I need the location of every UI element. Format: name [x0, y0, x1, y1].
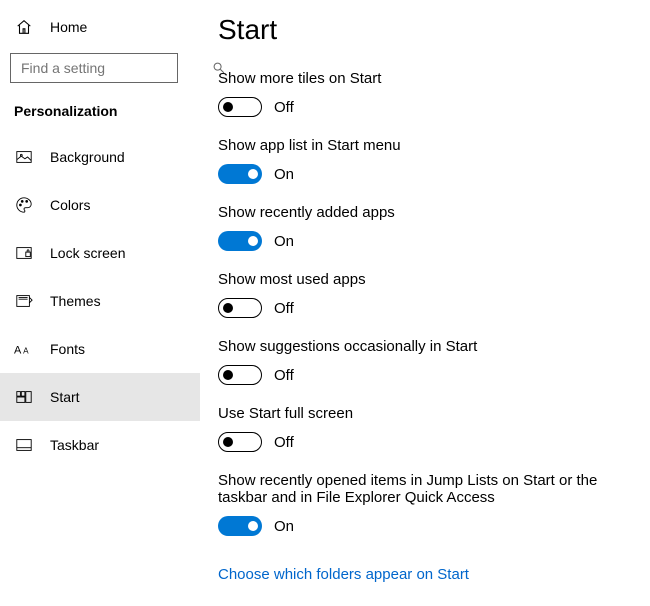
sidebar-item-background[interactable]: Background: [0, 133, 200, 181]
themes-icon: [14, 291, 34, 311]
toggle-state-text: On: [274, 233, 294, 250]
sidebar-item-label: Background: [50, 149, 125, 165]
toggle-switch[interactable]: [218, 365, 262, 385]
sidebar-item-taskbar[interactable]: Taskbar: [0, 421, 200, 469]
setting-label: Show most used apps: [218, 271, 640, 288]
sidebar: Home Personalization Background C: [0, 0, 200, 606]
toggle-state-text: Off: [274, 300, 294, 317]
toggle-state-text: Off: [274, 367, 294, 384]
sidebar-item-lock-screen[interactable]: Lock screen: [0, 229, 200, 277]
setting-label: Show more tiles on Start: [218, 70, 640, 87]
sidebar-item-label: Taskbar: [50, 437, 99, 453]
search-wrap: [10, 53, 188, 83]
toggle-switch[interactable]: [218, 231, 262, 251]
setting-label: Use Start full screen: [218, 405, 640, 422]
setting-item: Show suggestions occasionally in Start Of…: [218, 338, 640, 385]
home-icon: [14, 17, 34, 37]
setting-item: Show recently opened items in Jump Lists…: [218, 472, 640, 536]
setting-label: Show app list in Start menu: [218, 137, 640, 154]
svg-text:A: A: [23, 347, 29, 356]
nav-home[interactable]: Home: [0, 3, 200, 51]
setting-item: Use Start full screen Off: [218, 405, 640, 452]
colors-icon: [14, 195, 34, 215]
search-input[interactable]: [11, 60, 212, 76]
search-box[interactable]: [10, 53, 178, 83]
sidebar-item-label: Colors: [50, 197, 90, 213]
sidebar-item-themes[interactable]: Themes: [0, 277, 200, 325]
sidebar-item-start[interactable]: Start: [0, 373, 200, 421]
toggle-switch[interactable]: [218, 164, 262, 184]
taskbar-icon: [14, 435, 34, 455]
sidebar-item-label: Start: [50, 389, 80, 405]
page-title: Start: [218, 14, 640, 46]
setting-item: Show app list in Start menu On: [218, 137, 640, 184]
toggle-state-text: On: [274, 518, 294, 535]
toggle-switch[interactable]: [218, 97, 262, 117]
toggle-state-text: Off: [274, 99, 294, 116]
lock-screen-icon: [14, 243, 34, 263]
folders-link[interactable]: Choose which folders appear on Start: [218, 566, 469, 583]
toggle-state-text: On: [274, 166, 294, 183]
svg-text:A: A: [14, 345, 22, 357]
sidebar-item-label: Themes: [50, 293, 101, 309]
sidebar-item-colors[interactable]: Colors: [0, 181, 200, 229]
toggle-switch[interactable]: [218, 516, 262, 536]
toggle-state-text: Off: [274, 434, 294, 451]
fonts-icon: A A: [14, 339, 34, 359]
nav-home-label: Home: [50, 19, 87, 35]
setting-item: Show recently added apps On: [218, 204, 640, 251]
setting-label: Show recently added apps: [218, 204, 640, 221]
search-icon: [212, 61, 226, 75]
main-panel: Start Show more tiles on Start Off Show ap…: [200, 0, 650, 606]
toggle-switch[interactable]: [218, 298, 262, 318]
setting-label: Show suggestions occasionally in Start: [218, 338, 640, 355]
category-title: Personalization: [0, 89, 200, 133]
setting-item: Show most used apps Off: [218, 271, 640, 318]
sidebar-item-label: Fonts: [50, 341, 85, 357]
start-icon: [14, 387, 34, 407]
sidebar-item-fonts[interactable]: A A Fonts: [0, 325, 200, 373]
toggle-switch[interactable]: [218, 432, 262, 452]
setting-item: Show more tiles on Start Off: [218, 70, 640, 117]
sidebar-item-label: Lock screen: [50, 245, 125, 261]
background-icon: [14, 147, 34, 167]
setting-label: Show recently opened items in Jump Lists…: [218, 472, 640, 506]
